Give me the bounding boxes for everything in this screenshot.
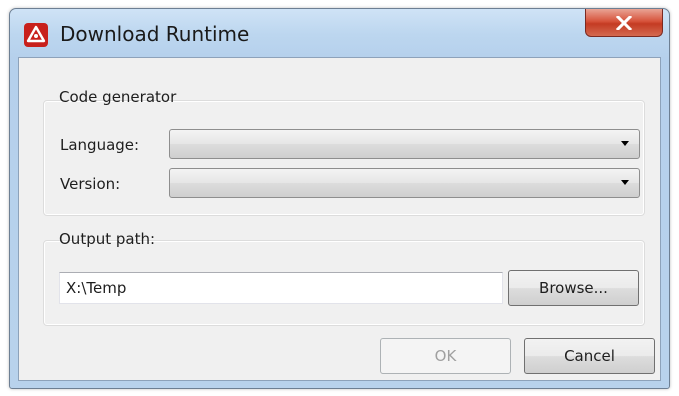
ok-button[interactable]: OK [380, 338, 511, 374]
title-bar[interactable]: Download Runtime [10, 9, 669, 57]
browse-button[interactable]: Browse... [508, 270, 639, 306]
chevron-down-icon [621, 180, 629, 185]
app-logo-icon [24, 23, 48, 47]
output-path-input[interactable] [59, 272, 503, 304]
language-label: Language: [60, 136, 140, 154]
version-dropdown[interactable] [169, 168, 640, 198]
window-title: Download Runtime [60, 22, 250, 46]
close-icon [616, 15, 632, 30]
version-label: Version: [60, 175, 121, 193]
dialog-window: Download Runtime Code generator Language… [9, 8, 670, 389]
language-dropdown[interactable] [169, 129, 640, 159]
chevron-down-icon [621, 141, 629, 146]
cancel-button[interactable]: Cancel [524, 338, 655, 374]
output-path-group-label: Output path: [59, 230, 156, 248]
code-generator-group-label: Code generator [59, 88, 177, 106]
close-button[interactable] [585, 9, 663, 37]
dialog-body: Code generator Language: Version: Output… [18, 57, 661, 381]
